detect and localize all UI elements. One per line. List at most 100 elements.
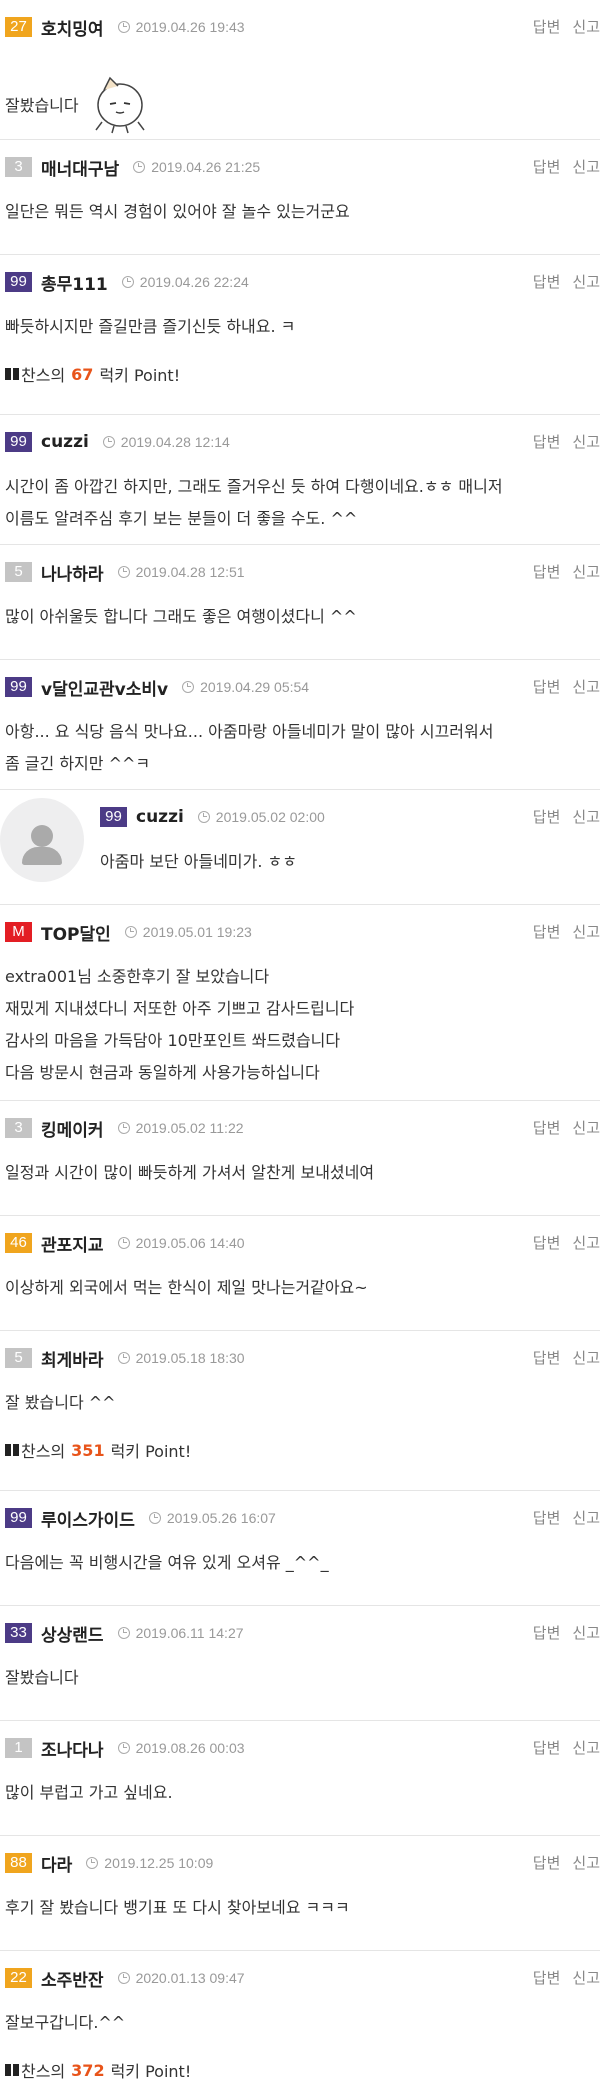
- comment-item: 99 cuzzi 2019.04.28 12:14 답변 신고 시간이 좀 아깝긴…: [0, 415, 600, 545]
- level-badge: 99: [5, 677, 32, 697]
- comment-body: 시간이 좀 아깝긴 하지만, 그래도 즐거우신 듯 하여 다행이네요.ㅎㅎ 매니…: [5, 471, 594, 535]
- comment-date: 2019.04.28 12:51: [117, 564, 245, 580]
- date-text: 2019.12.25 10:09: [104, 1855, 214, 1871]
- nickname[interactable]: cuzzi: [136, 807, 184, 827]
- nickname[interactable]: 상상랜드: [41, 1621, 104, 1646]
- nickname[interactable]: 관포지교: [41, 1231, 104, 1256]
- comment-text: 잘보구갑니다.^^: [5, 2013, 126, 2032]
- level-badge: 5: [5, 1348, 32, 1368]
- level-badge: 99: [5, 1508, 32, 1528]
- comment-item: 46 관포지교 2019.05.06 14:40 답변 신고 이상하게 외국에서 …: [0, 1216, 600, 1331]
- comment-text: 시간이 좀 아깝긴 하지만, 그래도 즐거우신 듯 하여 다행이네요.ㅎㅎ 매니…: [5, 477, 503, 496]
- reply-button[interactable]: 답변: [533, 1509, 561, 1527]
- clock-icon: [197, 811, 210, 823]
- report-button[interactable]: 신고: [572, 678, 600, 696]
- comment-item: 88 다라 2019.12.25 10:09 답변 신고 후기 잘 봤습니다 뱅기…: [0, 1836, 600, 1951]
- comment-body: 아줌마 보단 아들네미가. ㅎㅎ: [100, 846, 594, 878]
- clock-icon: [117, 1122, 130, 1134]
- reply-button[interactable]: 답변: [533, 563, 561, 581]
- report-button[interactable]: 신고: [572, 1624, 600, 1642]
- reply-button[interactable]: 답변: [533, 1854, 561, 1872]
- comment-text: 아항... 요 식당 음식 맛나요... 아줌마랑 아들네미가 말이 많아 시끄…: [5, 722, 494, 741]
- comment-body: 빠듯하시지만 즐길만큼 즐기신듯 하내요. ㅋ: [5, 311, 594, 343]
- comment-text: 빠듯하시지만 즐길만큼 즐기신듯 하내요. ㅋ: [5, 317, 296, 336]
- reply-button[interactable]: 답변: [533, 808, 561, 826]
- date-text: 2019.05.01 19:23: [142, 924, 252, 940]
- nickname[interactable]: 매너대구남: [41, 155, 119, 180]
- gift-icon: [5, 364, 19, 380]
- reply-button[interactable]: 답변: [533, 1234, 561, 1252]
- comment-body: 잘 봤습니다 ^^: [5, 1387, 594, 1419]
- nickname[interactable]: cuzzi: [41, 432, 89, 452]
- report-button[interactable]: 신고: [572, 18, 600, 36]
- clock-icon: [117, 1352, 130, 1364]
- comment-date: 2020.01.13 09:47: [117, 1970, 245, 1986]
- report-button[interactable]: 신고: [572, 1509, 600, 1527]
- report-button[interactable]: 신고: [572, 563, 600, 581]
- nickname[interactable]: 다라: [41, 1851, 72, 1876]
- reply-button[interactable]: 답변: [533, 1969, 561, 1987]
- nickname[interactable]: 킹메이커: [41, 1116, 104, 1141]
- comment-text: 후기 잘 봤습니다 뱅기표 또 다시 찾아보네요 ㅋㅋㅋ: [5, 1898, 350, 1917]
- report-button[interactable]: 신고: [572, 1739, 600, 1757]
- level-badge: 99: [5, 432, 32, 452]
- comment-item: 3 킹메이커 2019.05.02 11:22 답변 신고 일정과 시간이 많이 …: [0, 1101, 600, 1216]
- comment-text: extra001님 소중한후기 잘 보았습니다: [5, 967, 270, 986]
- report-button[interactable]: 신고: [572, 923, 600, 941]
- date-text: 2019.08.26 00:03: [135, 1740, 245, 1756]
- date-text: 2019.04.28 12:14: [120, 434, 230, 450]
- reply-button[interactable]: 답변: [533, 1739, 561, 1757]
- nickname[interactable]: 총무111: [41, 270, 108, 295]
- report-button[interactable]: 신고: [572, 1969, 600, 1987]
- comment-text: 좀 글긴 하지만 ^^ㅋ: [5, 754, 151, 773]
- date-text: 2019.05.02 02:00: [215, 809, 325, 825]
- comment-text: 감사의 마음을 가득담아 10만포인트 쏴드렸습니다: [5, 1031, 341, 1050]
- gift-icon: [5, 2060, 19, 2076]
- comment-date: 2019.06.11 14:27: [117, 1625, 244, 1641]
- comment-body: 이상하게 외국에서 먹는 한식이 제일 맛나는거같아요~: [5, 1272, 594, 1304]
- date-text: 2019.06.11 14:27: [135, 1625, 244, 1641]
- point-amount: 67: [71, 364, 94, 384]
- reply-button[interactable]: 답변: [533, 158, 561, 176]
- comment-date: 2019.04.26 19:43: [117, 19, 245, 35]
- reply-button[interactable]: 답변: [533, 273, 561, 291]
- comment-date: 2019.12.25 10:09: [86, 1855, 213, 1871]
- level-badge: 5: [5, 562, 32, 582]
- nickname[interactable]: TOP달인: [41, 920, 111, 945]
- report-button[interactable]: 신고: [572, 1349, 600, 1367]
- reply-button[interactable]: 답변: [533, 433, 561, 451]
- nickname[interactable]: 루이스가이드: [41, 1506, 135, 1531]
- nickname[interactable]: v달인교관v소비v: [41, 675, 168, 700]
- nickname[interactable]: 최게바라: [41, 1346, 104, 1371]
- comment-date: 2019.05.02 02:00: [197, 809, 325, 825]
- date-text: 2019.04.26 21:25: [151, 159, 261, 175]
- report-button[interactable]: 신고: [572, 273, 600, 291]
- reply-button[interactable]: 답변: [533, 923, 561, 941]
- comment-date: 2019.05.01 19:23: [124, 924, 252, 940]
- clock-icon: [182, 681, 195, 693]
- point-prefix: 찬스의: [21, 366, 66, 385]
- clock-icon: [117, 1627, 130, 1639]
- reply-button[interactable]: 답변: [533, 1624, 561, 1642]
- date-text: 2019.05.06 14:40: [135, 1235, 245, 1251]
- report-button[interactable]: 신고: [572, 1854, 600, 1872]
- reply-button[interactable]: 답변: [533, 18, 561, 36]
- nickname[interactable]: 나나하라: [41, 560, 104, 585]
- level-badge: 33: [5, 1623, 32, 1643]
- nickname[interactable]: 소주반잔: [41, 1966, 104, 1991]
- report-button[interactable]: 신고: [572, 1234, 600, 1252]
- clock-icon: [117, 566, 130, 578]
- comment-date: 2019.05.02 11:22: [117, 1120, 244, 1136]
- report-button[interactable]: 신고: [572, 433, 600, 451]
- report-button[interactable]: 신고: [572, 808, 600, 826]
- gift-icon: [5, 1440, 19, 1456]
- level-badge: 1: [5, 1738, 32, 1758]
- reply-button[interactable]: 답변: [533, 1119, 561, 1137]
- report-button[interactable]: 신고: [572, 158, 600, 176]
- level-badge: 99: [5, 272, 32, 292]
- nickname[interactable]: 호치밍여: [41, 15, 104, 40]
- reply-button[interactable]: 답변: [533, 678, 561, 696]
- report-button[interactable]: 신고: [572, 1119, 600, 1137]
- nickname[interactable]: 조나다나: [41, 1736, 104, 1761]
- reply-button[interactable]: 답변: [533, 1349, 561, 1367]
